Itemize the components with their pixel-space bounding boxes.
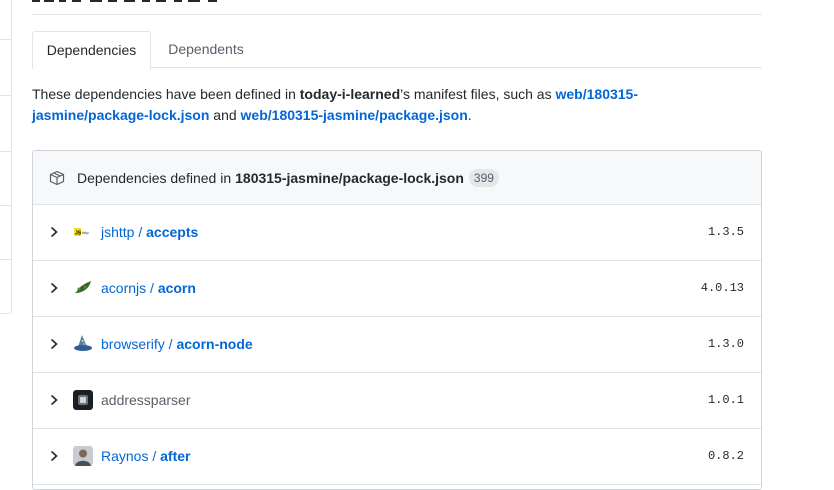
tab-nav: Dependencies Dependents <box>32 31 762 69</box>
dependency-separator[interactable]: / <box>134 224 146 240</box>
manifest-description: These dependencies have been defined in … <box>32 84 732 126</box>
chevron-right-icon[interactable] <box>48 393 60 407</box>
sidebar-divider <box>0 259 11 260</box>
dependency-name: acornjs / acorn <box>101 279 196 297</box>
header-file: 180315-jasmine/package-lock.json <box>235 169 464 186</box>
dependency-name: Raynos / after <box>101 447 191 465</box>
wizard-hat-logo-icon <box>73 334 93 354</box>
chevron-right-icon[interactable] <box>48 337 60 351</box>
dependency-row[interactable]: JS http jshttp / accepts 1.3.5 <box>33 205 761 261</box>
chevron-right-icon[interactable] <box>48 281 60 295</box>
user-avatar-icon <box>73 446 93 466</box>
page-heading-cropped <box>32 0 222 2</box>
chevron-right-icon[interactable] <box>48 225 60 239</box>
sidebar-divider <box>0 151 11 152</box>
header-label: Dependencies defined in <box>77 169 232 186</box>
dependency-row[interactable]: Raynos / after 0.8.2 <box>33 429 761 485</box>
cropped-heading-glyphs <box>32 0 217 2</box>
section-divider <box>32 14 762 15</box>
svg-text:http: http <box>82 230 89 235</box>
dependency-version: 1.3.5 <box>707 225 744 239</box>
dependency-separator[interactable]: / <box>148 448 160 464</box>
manifest-link-package-json[interactable]: web/180315-jasmine/package.json <box>241 107 468 123</box>
dependency-repo-link[interactable]: accepts <box>146 224 198 240</box>
dependency-count-badge: 399 <box>468 168 499 187</box>
dependency-version: 4.0.13 <box>700 281 744 295</box>
intro-text: These dependencies have been defined in <box>32 86 300 102</box>
dependency-repo-link[interactable]: acorn <box>158 280 196 296</box>
left-sidebar-fragment <box>0 0 12 314</box>
dependency-owner-link[interactable]: Raynos <box>101 448 148 464</box>
dependency-name: jshttp / accepts <box>101 223 198 241</box>
dependency-separator[interactable]: / <box>146 280 158 296</box>
intro-text: ’s manifest files, such as <box>400 86 556 102</box>
dependency-repo-link[interactable]: acorn-node <box>176 336 252 352</box>
dependency-separator[interactable]: / <box>165 336 177 352</box>
package-avatar-icon <box>73 390 93 410</box>
dependency-owner-link[interactable]: browserify <box>101 336 165 352</box>
dependency-owner-link[interactable]: acornjs <box>101 280 146 296</box>
svg-text:JS: JS <box>75 231 82 237</box>
repo-name: today-i-learned <box>299 86 401 102</box>
dependency-row[interactable]: addressparser 1.0.1 <box>33 373 761 429</box>
package-icon <box>49 170 65 185</box>
jshttp-logo-icon: JS http <box>73 222 93 242</box>
dependencies-box: Dependencies defined in 180315-jasmine/p… <box>32 150 762 490</box>
intro-text: . <box>467 107 472 123</box>
dependency-owner-link[interactable]: jshttp <box>101 224 134 240</box>
dependency-package-name: addressparser <box>101 392 191 408</box>
dependency-name: browserify / acorn-node <box>101 335 253 353</box>
dependency-name: addressparser <box>101 391 191 409</box>
dependency-row[interactable]: acornjs / acorn 4.0.13 <box>33 261 761 317</box>
dependency-version: 1.0.1 <box>707 393 744 407</box>
dependency-repo-link[interactable]: after <box>160 448 190 464</box>
box-header: Dependencies defined in 180315-jasmine/p… <box>33 151 761 205</box>
tab-dependencies[interactable]: Dependencies <box>32 31 151 69</box>
sidebar-divider <box>0 39 11 40</box>
dependency-version: 0.8.2 <box>707 449 744 463</box>
tab-dependents[interactable]: Dependents <box>166 31 246 68</box>
dependency-row[interactable]: browserify / acorn-node 1.3.0 <box>33 317 761 373</box>
sidebar-divider <box>0 205 11 206</box>
sidebar-divider <box>0 95 11 96</box>
dependency-version: 1.3.0 <box>707 337 744 351</box>
intro-text: and <box>209 107 241 123</box>
chevron-right-icon[interactable] <box>48 449 60 463</box>
acorn-leaf-logo-icon <box>73 278 93 298</box>
